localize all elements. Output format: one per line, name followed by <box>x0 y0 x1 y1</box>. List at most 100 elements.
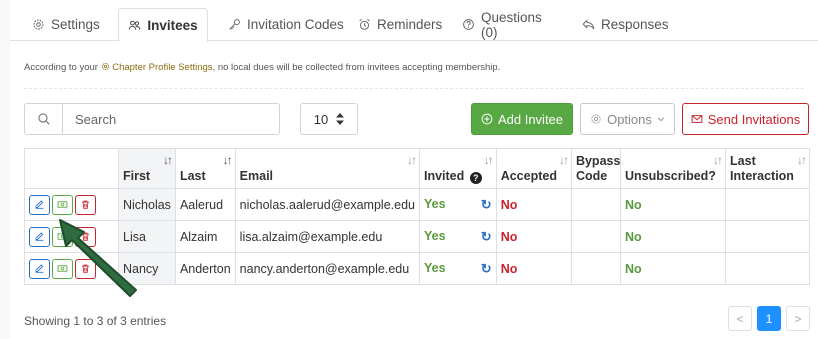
unsubscribed-value: No <box>624 229 642 244</box>
money-icon[interactable] <box>52 194 73 215</box>
send-invitations-label: Send Invitations <box>707 111 801 127</box>
add-invitee-label: Add Invitee <box>497 111 564 127</box>
page-size-value: 10 <box>313 111 329 127</box>
options-label: Options <box>607 111 652 127</box>
dues-notice: According to your Chapter Profile Settin… <box>24 62 500 73</box>
column-header-actions <box>24 148 119 189</box>
cell-last: Aalerud <box>174 188 236 221</box>
refresh-icon[interactable]: ↻ <box>481 197 492 213</box>
cell-last: Alzaim <box>174 220 236 253</box>
row-actions <box>24 220 119 253</box>
cell-first: Nancy <box>118 252 176 285</box>
notice-suffix: , no local dues will be collected from i… <box>212 62 501 73</box>
add-invitee-button[interactable]: Add Invitee <box>471 103 573 135</box>
page: Settings Invitees Invitation Codes Remin… <box>10 0 818 339</box>
chapter-profile-settings-link[interactable]: Chapter Profile Settings <box>112 62 212 73</box>
edit-icon[interactable] <box>29 258 50 279</box>
edit-icon[interactable] <box>29 194 50 215</box>
question-icon <box>463 19 474 30</box>
edit-icon[interactable] <box>29 226 50 247</box>
cell-email: nicholas.aalerud@example.edu <box>234 188 420 221</box>
invited-value: Yes <box>423 228 446 243</box>
envelope-icon <box>691 115 703 123</box>
search-input[interactable] <box>63 104 279 134</box>
table-row: Nancy Anderton nancy.anderton@example.edu Y… <box>24 252 810 285</box>
tab-questions[interactable]: Questions (0) <box>462 8 562 41</box>
refresh-icon[interactable]: ↻ <box>481 261 492 277</box>
refresh-icon[interactable]: ↻ <box>481 229 492 245</box>
money-icon[interactable] <box>52 258 73 279</box>
accepted-value: No <box>500 197 518 212</box>
column-header-invited-label: Invited ? <box>424 169 492 184</box>
help-icon[interactable]: ? <box>469 172 482 184</box>
send-invitations-button[interactable]: Send Invitations <box>682 103 809 135</box>
tab-responses-label: Responses <box>601 17 669 32</box>
trash-icon[interactable] <box>75 194 96 215</box>
tab-settings[interactable]: Settings <box>32 8 122 41</box>
pagination-page-1[interactable]: 1 <box>757 306 781 331</box>
column-header-label: Email <box>239 169 274 183</box>
notice-prefix: According to your <box>24 62 98 73</box>
column-header-bypass-code: Bypass Code <box>570 148 621 189</box>
pagination-next[interactable]: > <box>786 306 810 331</box>
gear-icon <box>101 62 109 71</box>
invited-value: Yes <box>423 260 446 275</box>
column-header-last[interactable]: ↓↑ Last <box>174 148 236 189</box>
search-box <box>24 103 280 135</box>
cell-email: nancy.anderton@example.edu <box>234 252 420 285</box>
tab-settings-label: Settings <box>51 17 100 32</box>
table-row: Lisa Alzaim lisa.alzaim@example.edu Yes ↻ No N… <box>24 220 810 253</box>
tab-invitation-codes[interactable]: Invitation Codes <box>228 8 348 41</box>
options-button[interactable]: Options <box>580 103 675 135</box>
gear-icon <box>591 114 601 124</box>
cell-bypass-code <box>570 220 621 253</box>
invited-value: Yes <box>423 196 446 211</box>
cell-first: Nicholas <box>118 188 176 221</box>
column-header-email[interactable]: ↓↑ Email <box>234 148 420 189</box>
alarm-icon <box>359 18 370 30</box>
money-icon[interactable] <box>52 226 73 247</box>
trash-icon[interactable] <box>75 258 96 279</box>
sort-updown-icon <box>336 113 345 125</box>
invitees-table: ↓↑ First ↓↑ Last ↓↑ Email ↓↑ Invited ? ↓↑ Acc… <box>24 148 810 285</box>
chevron-down-icon <box>657 117 665 122</box>
column-header-label: Bypass Code <box>575 154 621 183</box>
tab-questions-label: Questions (0) <box>481 9 542 40</box>
table-row: Nicholas Aalerud nicholas.aalerud@example.… <box>24 188 810 221</box>
sort-icon: ↓↑ <box>406 153 417 167</box>
trash-icon[interactable] <box>75 226 96 247</box>
column-header-label: Last Interaction <box>730 154 794 183</box>
tab-invitees[interactable]: Invitees <box>118 8 208 42</box>
cell-unsubscribed: No <box>619 220 727 253</box>
plus-circle-icon <box>481 113 493 125</box>
cell-accepted: No <box>495 188 572 221</box>
row-actions <box>24 188 119 221</box>
accepted-value: No <box>500 229 518 244</box>
sort-icon: ↓↑ <box>558 153 569 167</box>
divider <box>24 88 804 89</box>
cell-unsubscribed: No <box>619 252 727 285</box>
cell-unsubscribed: No <box>619 188 727 221</box>
page-size-select[interactable]: 10 <box>300 103 358 135</box>
pagination-previous[interactable]: < <box>728 306 752 331</box>
tab-reminders[interactable]: Reminders <box>358 8 448 41</box>
sort-icon: ↓↑ <box>713 153 723 167</box>
column-header-first[interactable]: ↓↑ First <box>118 148 176 189</box>
cell-invited: Yes ↻ <box>418 188 497 221</box>
cell-invited: Yes ↻ <box>418 252 497 285</box>
column-header-accepted[interactable]: ↓↑ Accepted <box>495 148 572 189</box>
column-header-unsubscribed[interactable]: ↓↑ Unsubscribed? <box>619 148 727 189</box>
cell-last-interaction <box>725 188 810 221</box>
column-header-invited[interactable]: ↓↑ Invited ? <box>418 148 497 189</box>
cell-first: Lisa <box>118 220 176 253</box>
cell-accepted: No <box>495 252 572 285</box>
column-header-label: First <box>123 169 151 183</box>
sort-icon: ↓↑ <box>797 153 807 167</box>
tab-responses[interactable]: Responses <box>582 8 672 41</box>
key-icon <box>229 19 240 30</box>
cell-bypass-code <box>570 252 621 285</box>
cell-bypass-code <box>570 188 621 221</box>
column-header-last-interaction[interactable]: ↓↑ Last Interaction <box>725 148 810 189</box>
users-icon <box>129 20 141 30</box>
accepted-value: No <box>500 261 518 276</box>
